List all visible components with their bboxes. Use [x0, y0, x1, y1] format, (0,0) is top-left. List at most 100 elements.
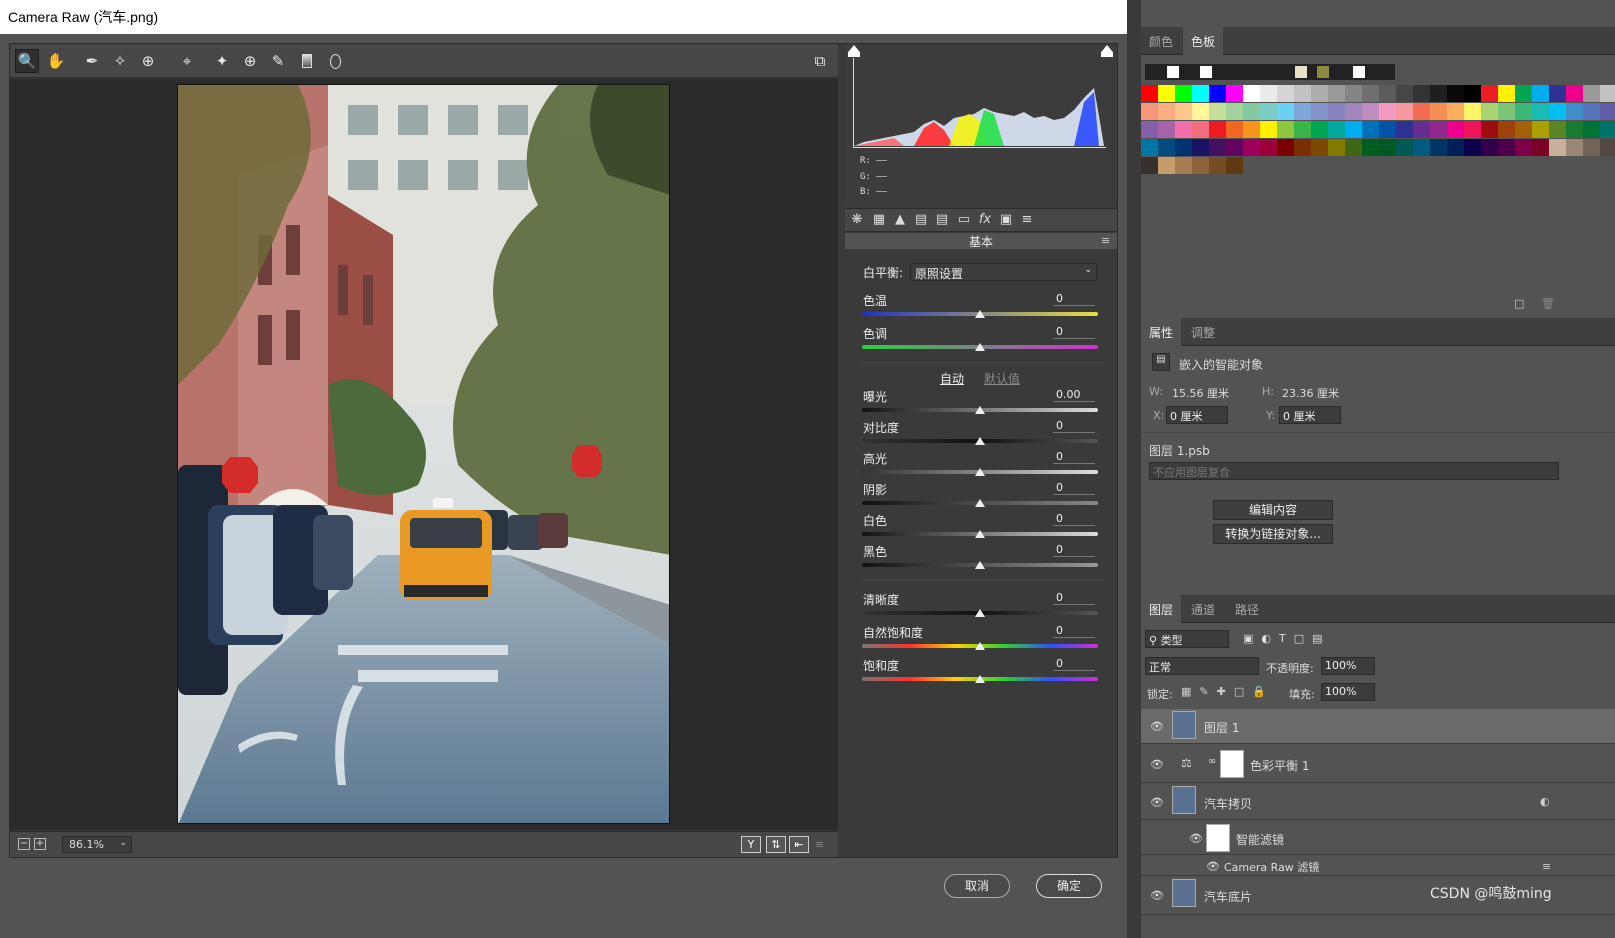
- swatch[interactable]: [1192, 85, 1209, 102]
- tab-layers[interactable]: 图层: [1141, 595, 1182, 623]
- vibrance-thumb[interactable]: [975, 642, 985, 650]
- layer-comp-select[interactable]: 不应用图层复合: [1149, 462, 1559, 480]
- swatch[interactable]: [1141, 103, 1158, 120]
- convert-to-linked-button[interactable]: 转换为链接对象...: [1213, 524, 1333, 544]
- swatch[interactable]: [1141, 85, 1158, 102]
- swatch[interactable]: [1311, 121, 1328, 138]
- radial-filter-icon[interactable]: [323, 49, 347, 73]
- visibility-eye-icon[interactable]: 👁: [1150, 720, 1164, 733]
- swatch[interactable]: [1379, 103, 1396, 120]
- swatch[interactable]: [1158, 157, 1175, 174]
- swatch[interactable]: [1566, 139, 1583, 156]
- swatch[interactable]: [1175, 121, 1192, 138]
- swatch[interactable]: [1226, 103, 1243, 120]
- red-eye-icon[interactable]: ⊕: [238, 49, 262, 73]
- swatch[interactable]: [1226, 139, 1243, 156]
- swatch[interactable]: [1600, 103, 1615, 120]
- temperature-value[interactable]: 0: [1053, 292, 1095, 306]
- split-toning-icon[interactable]: ▤: [933, 212, 951, 230]
- height-value[interactable]: 23.36 厘米: [1282, 385, 1339, 401]
- width-value[interactable]: 15.56 厘米: [1172, 385, 1229, 401]
- swatch[interactable]: [1464, 139, 1481, 156]
- panel-menu-icon[interactable]: ≡: [1101, 234, 1113, 247]
- swatch[interactable]: [1311, 103, 1328, 120]
- swatch[interactable]: [1243, 121, 1260, 138]
- swatch[interactable]: [1175, 157, 1192, 174]
- filter-options-icon[interactable]: ≡: [1542, 860, 1556, 873]
- tab-properties[interactable]: 属性: [1141, 318, 1182, 346]
- tint-thumb[interactable]: [975, 343, 985, 351]
- swatch[interactable]: [1311, 85, 1328, 102]
- swatch[interactable]: [1294, 139, 1311, 156]
- new-swatch-icon[interactable]: □: [1514, 297, 1526, 310]
- swatch[interactable]: [1226, 85, 1243, 102]
- tab-adjustments[interactable]: 调整: [1183, 318, 1223, 346]
- zoom-out-button[interactable]: −: [18, 838, 30, 850]
- swatch[interactable]: [1175, 85, 1192, 102]
- contrast-thumb[interactable]: [975, 437, 985, 445]
- visibility-eye-icon[interactable]: 👁: [1150, 758, 1164, 771]
- white-balance-icon[interactable]: ✒: [80, 49, 104, 73]
- tab-color[interactable]: 颜色: [1141, 27, 1181, 55]
- swatch[interactable]: [1532, 121, 1549, 138]
- layer-filter-icons[interactable]: ▣◐T□▤: [1243, 632, 1373, 646]
- targeted-adjustment-icon[interactable]: ⊕: [136, 49, 160, 73]
- swatch[interactable]: [1294, 85, 1311, 102]
- ok-button[interactable]: 确定: [1036, 874, 1102, 898]
- tab-paths[interactable]: 路径: [1227, 595, 1267, 623]
- swatch[interactable]: [1362, 103, 1379, 120]
- swatch[interactable]: [1430, 121, 1447, 138]
- swatch[interactable]: [1498, 121, 1515, 138]
- swatch[interactable]: [1192, 103, 1209, 120]
- vibrance-value[interactable]: 0: [1053, 624, 1095, 638]
- swatch[interactable]: [1498, 103, 1515, 120]
- color-sampler-icon[interactable]: ✧: [108, 49, 132, 73]
- swatch[interactable]: [1464, 121, 1481, 138]
- layer-filter-select[interactable]: ⚲ 类型: [1145, 630, 1229, 648]
- swatch[interactable]: [1158, 103, 1175, 120]
- swatch[interactable]: [1600, 139, 1615, 156]
- swatch[interactable]: [1200, 66, 1212, 78]
- swatch[interactable]: [1583, 121, 1600, 138]
- swatch[interactable]: [1328, 85, 1345, 102]
- swatch[interactable]: [1243, 85, 1260, 102]
- whites-value[interactable]: 0: [1053, 512, 1095, 526]
- swatch[interactable]: [1379, 121, 1396, 138]
- swatch[interactable]: [1277, 103, 1294, 120]
- photo-preview[interactable]: [177, 84, 670, 824]
- swatch[interactable]: [1328, 121, 1345, 138]
- swatch[interactable]: [1192, 139, 1209, 156]
- swatch[interactable]: [1209, 157, 1226, 174]
- saturation-thumb[interactable]: [975, 675, 985, 683]
- clarity-thumb[interactable]: [975, 609, 985, 617]
- swatch[interactable]: [1226, 157, 1243, 174]
- swatch[interactable]: [1345, 85, 1362, 102]
- swatch[interactable]: [1549, 139, 1566, 156]
- detail-icon[interactable]: ▲: [891, 212, 909, 230]
- swatch[interactable]: [1294, 103, 1311, 120]
- visibility-eye-icon[interactable]: 👁: [1206, 860, 1220, 873]
- swatch[interactable]: [1209, 121, 1226, 138]
- swatch[interactable]: [1549, 103, 1566, 120]
- swatch[interactable]: [1447, 103, 1464, 120]
- zoom-level-select[interactable]: 86.1% ⌄: [62, 836, 132, 853]
- swatch[interactable]: [1175, 103, 1192, 120]
- saturation-value[interactable]: 0: [1053, 657, 1095, 671]
- blacks-value[interactable]: 0: [1053, 543, 1095, 557]
- swatch[interactable]: [1430, 139, 1447, 156]
- swatch[interactable]: [1583, 139, 1600, 156]
- graduated-filter-icon[interactable]: [295, 49, 319, 73]
- swatch[interactable]: [1532, 139, 1549, 156]
- swatch[interactable]: [1192, 121, 1209, 138]
- swatch[interactable]: [1515, 103, 1532, 120]
- opacity-field[interactable]: 100%: [1321, 657, 1375, 675]
- settings-toggle-icon[interactable]: ≡: [815, 838, 831, 851]
- swatch[interactable]: [1583, 103, 1600, 120]
- swatch[interactable]: [1583, 85, 1600, 102]
- swatch[interactable]: [1345, 139, 1362, 156]
- swatch[interactable]: [1549, 85, 1566, 102]
- swatch[interactable]: [1141, 121, 1158, 138]
- swatch[interactable]: [1515, 121, 1532, 138]
- swatch[interactable]: [1345, 121, 1362, 138]
- swatch[interactable]: [1243, 103, 1260, 120]
